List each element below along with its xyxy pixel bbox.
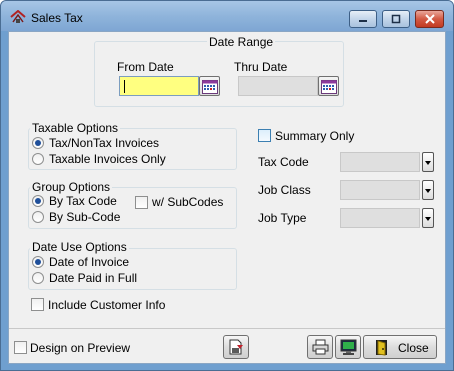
- window-title: Sales Tax: [31, 11, 83, 25]
- calendar-icon: [202, 80, 218, 94]
- maximize-button[interactable]: [382, 10, 410, 28]
- tax-nontax-label[interactable]: Tax/NonTax Invoices: [49, 136, 159, 150]
- chevron-down-icon: [425, 217, 431, 221]
- sales-tax-window: Sales Tax Date Range From Date Thru Date…: [0, 0, 454, 371]
- by-tax-code-label[interactable]: By Tax Code: [49, 194, 117, 208]
- chevron-down-icon: [425, 161, 431, 165]
- tax-code-input[interactable]: [340, 152, 420, 172]
- close-window-button[interactable]: [415, 10, 444, 28]
- door-exit-icon: [376, 340, 387, 356]
- job-class-label: Job Class: [258, 183, 311, 197]
- tax-nontax-radio[interactable]: [32, 137, 44, 149]
- from-date-input[interactable]: [119, 76, 199, 96]
- maximize-icon: [391, 14, 401, 24]
- tax-code-label: Tax Code: [258, 155, 309, 169]
- thru-date-input[interactable]: [238, 76, 318, 96]
- minimize-icon: [359, 20, 367, 22]
- thru-date-label: Thru Date: [234, 60, 288, 74]
- title-bar[interactable]: Sales Tax: [1, 1, 453, 31]
- close-button[interactable]: Close: [363, 335, 437, 359]
- close-icon: [424, 14, 435, 24]
- minimize-button[interactable]: [349, 10, 377, 28]
- subcodes-checkbox[interactable]: [135, 196, 148, 209]
- design-on-preview-label[interactable]: Design on Preview: [30, 341, 130, 355]
- design-on-preview-checkbox[interactable]: [14, 341, 27, 354]
- print-button[interactable]: [307, 335, 333, 359]
- summary-only-label[interactable]: Summary Only: [275, 129, 354, 143]
- job-class-dropdown-button[interactable]: [422, 180, 434, 200]
- close-button-label: Close: [398, 341, 429, 355]
- taxable-only-label[interactable]: Taxable Invoices Only: [49, 152, 166, 166]
- calendar-icon: [321, 80, 337, 94]
- sales-tax-app-icon: [10, 10, 26, 23]
- footer-separator: [9, 328, 445, 329]
- group-options-label: Group Options: [30, 180, 113, 194]
- chevron-down-icon: [425, 189, 431, 193]
- date-range-label: Date Range: [207, 35, 276, 49]
- date-of-invoice-label[interactable]: Date of Invoice: [49, 255, 129, 269]
- taxable-only-radio[interactable]: [32, 153, 44, 165]
- by-sub-code-label[interactable]: By Sub-Code: [49, 210, 120, 224]
- include-customer-info-label[interactable]: Include Customer Info: [48, 298, 165, 312]
- include-customer-info-checkbox[interactable]: [31, 298, 44, 311]
- job-type-label: Job Type: [258, 211, 307, 225]
- date-paid-label[interactable]: Date Paid in Full: [49, 271, 137, 285]
- taxable-options-label: Taxable Options: [30, 121, 121, 135]
- subcodes-label[interactable]: w/ SubCodes: [152, 195, 223, 209]
- summary-only-checkbox[interactable]: [258, 129, 271, 142]
- job-type-input[interactable]: [340, 208, 420, 228]
- date-of-invoice-radio[interactable]: [32, 256, 44, 268]
- export-file-icon: [229, 339, 243, 355]
- export-button[interactable]: [223, 335, 249, 359]
- text-caret: [124, 80, 125, 93]
- job-type-dropdown-button[interactable]: [422, 208, 434, 228]
- date-use-options-label: Date Use Options: [30, 240, 129, 254]
- tax-code-dropdown-button[interactable]: [422, 152, 434, 172]
- dialog-body: Date Range From Date Thru Date Taxable O…: [8, 31, 446, 364]
- date-paid-radio[interactable]: [32, 272, 44, 284]
- by-sub-code-radio[interactable]: [32, 211, 44, 223]
- preview-button[interactable]: [335, 335, 361, 359]
- monitor-preview-icon: [340, 339, 357, 355]
- thru-date-calendar-button[interactable]: [318, 76, 339, 96]
- from-date-calendar-button[interactable]: [199, 76, 220, 96]
- date-range-group: [94, 41, 344, 107]
- by-tax-code-radio[interactable]: [32, 195, 44, 207]
- job-class-input[interactable]: [340, 180, 420, 200]
- from-date-label: From Date: [117, 60, 174, 74]
- printer-icon: [312, 339, 329, 355]
